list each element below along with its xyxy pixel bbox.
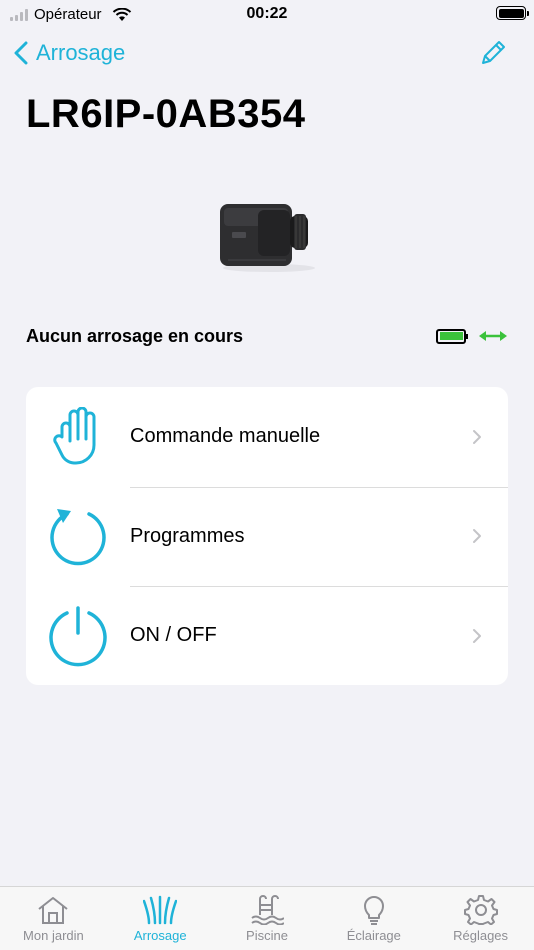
- page-title: LR6IP-0AB354: [26, 92, 306, 136]
- tab-reglages[interactable]: Réglages: [427, 887, 534, 950]
- chevron-right-icon: [473, 628, 481, 643]
- tab-bar: Mon jardin Arrosage Piscine Éclairage Ré…: [0, 886, 534, 950]
- hand-icon: [53, 406, 96, 465]
- menu-card: Commande manuelle Programmes ON / OFF: [26, 387, 508, 685]
- menu-row-manual-control[interactable]: Commande manuelle: [26, 387, 508, 487]
- watering-status: Aucun arrosage en cours: [26, 325, 244, 346]
- nav-bar: Arrosage: [0, 36, 534, 76]
- back-button[interactable]: Arrosage: [14, 40, 125, 66]
- back-label: Arrosage: [36, 40, 126, 65]
- tab-label-arrosage: Arrosage: [133, 928, 187, 943]
- refresh-icon: [50, 509, 106, 566]
- bulb-icon: [363, 896, 384, 925]
- tab-arrosage[interactable]: Arrosage: [107, 887, 214, 950]
- menu-label-programs: Programmes: [130, 524, 245, 547]
- menu-row-programs[interactable]: Programmes: [26, 486, 508, 587]
- connection-arrows-icon: [479, 331, 507, 341]
- status-bar: Opérateur 00:22: [0, 0, 534, 30]
- menu-label-manual-control: Commande manuelle: [130, 425, 321, 448]
- battery-icon: [436, 328, 468, 344]
- home-icon: [38, 897, 69, 924]
- menu-label-on-off: ON / OFF: [130, 624, 217, 647]
- chevron-left-icon: [14, 41, 28, 65]
- grass-icon: [143, 895, 178, 925]
- tab-label-reglages: Réglages: [453, 928, 509, 943]
- tab-label-eclairage: Éclairage: [346, 928, 401, 943]
- status-time: 00:22: [246, 5, 288, 22]
- chevron-right-icon: [473, 529, 481, 544]
- status-battery-icon: [496, 6, 529, 20]
- pool-icon: [251, 895, 284, 925]
- tab-label-piscine: Piscine: [246, 928, 288, 943]
- gear-icon: [463, 895, 498, 925]
- tab-mon-jardin[interactable]: Mon jardin: [0, 887, 107, 950]
- pencil-icon: [482, 41, 505, 64]
- power-icon: [49, 606, 107, 667]
- tab-eclairage[interactable]: Éclairage: [320, 887, 427, 950]
- chevron-right-icon: [473, 429, 481, 444]
- edit-button[interactable]: [478, 38, 508, 73]
- watering-status-row: Aucun arrosage en cours: [26, 322, 508, 350]
- tab-piscine[interactable]: Piscine: [214, 887, 321, 950]
- device-image: [220, 204, 315, 272]
- tab-label-mon-jardin: Mon jardin: [23, 928, 84, 943]
- menu-row-on-off[interactable]: ON / OFF: [26, 586, 508, 685]
